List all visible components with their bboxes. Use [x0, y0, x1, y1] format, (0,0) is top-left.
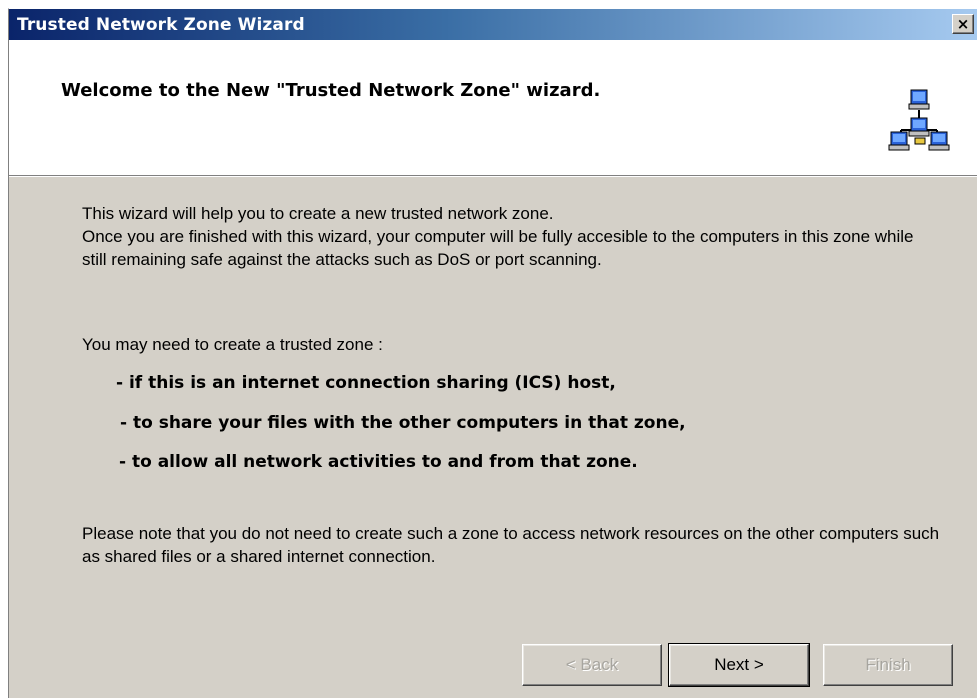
title-bar[interactable]: Trusted Network Zone Wizard × [9, 9, 977, 40]
network-computers-icon [888, 89, 950, 151]
bullet-item: - if this is an internet connection shar… [116, 373, 616, 393]
close-button[interactable]: × [952, 14, 974, 34]
intro-line: This wizard will help you to create a ne… [82, 204, 554, 223]
bullet-item: - to allow all network activities to and… [119, 452, 638, 472]
intro-line: Once you are finished with this wizard, … [82, 227, 914, 269]
close-icon: × [956, 14, 970, 33]
page-title: Welcome to the New "Trusted Network Zone… [61, 80, 601, 101]
wizard-header: Welcome to the New "Trusted Network Zone… [9, 40, 977, 177]
window-title: Trusted Network Zone Wizard [17, 15, 305, 35]
intro-text: This wizard will help you to create a ne… [82, 202, 942, 271]
next-button[interactable]: Next > [668, 643, 810, 687]
lead-text: You may need to create a trusted zone : [82, 335, 383, 354]
back-button[interactable]: < Back [522, 644, 662, 686]
bullet-item: - to share your files with the other com… [120, 413, 686, 433]
note-text: Please note that you do not need to crea… [82, 524, 940, 566]
finish-button[interactable]: Finish [823, 644, 953, 686]
wizard-body: This wizard will help you to create a ne… [9, 177, 977, 699]
wizard-window: Trusted Network Zone Wizard × Welcome to… [8, 8, 977, 698]
